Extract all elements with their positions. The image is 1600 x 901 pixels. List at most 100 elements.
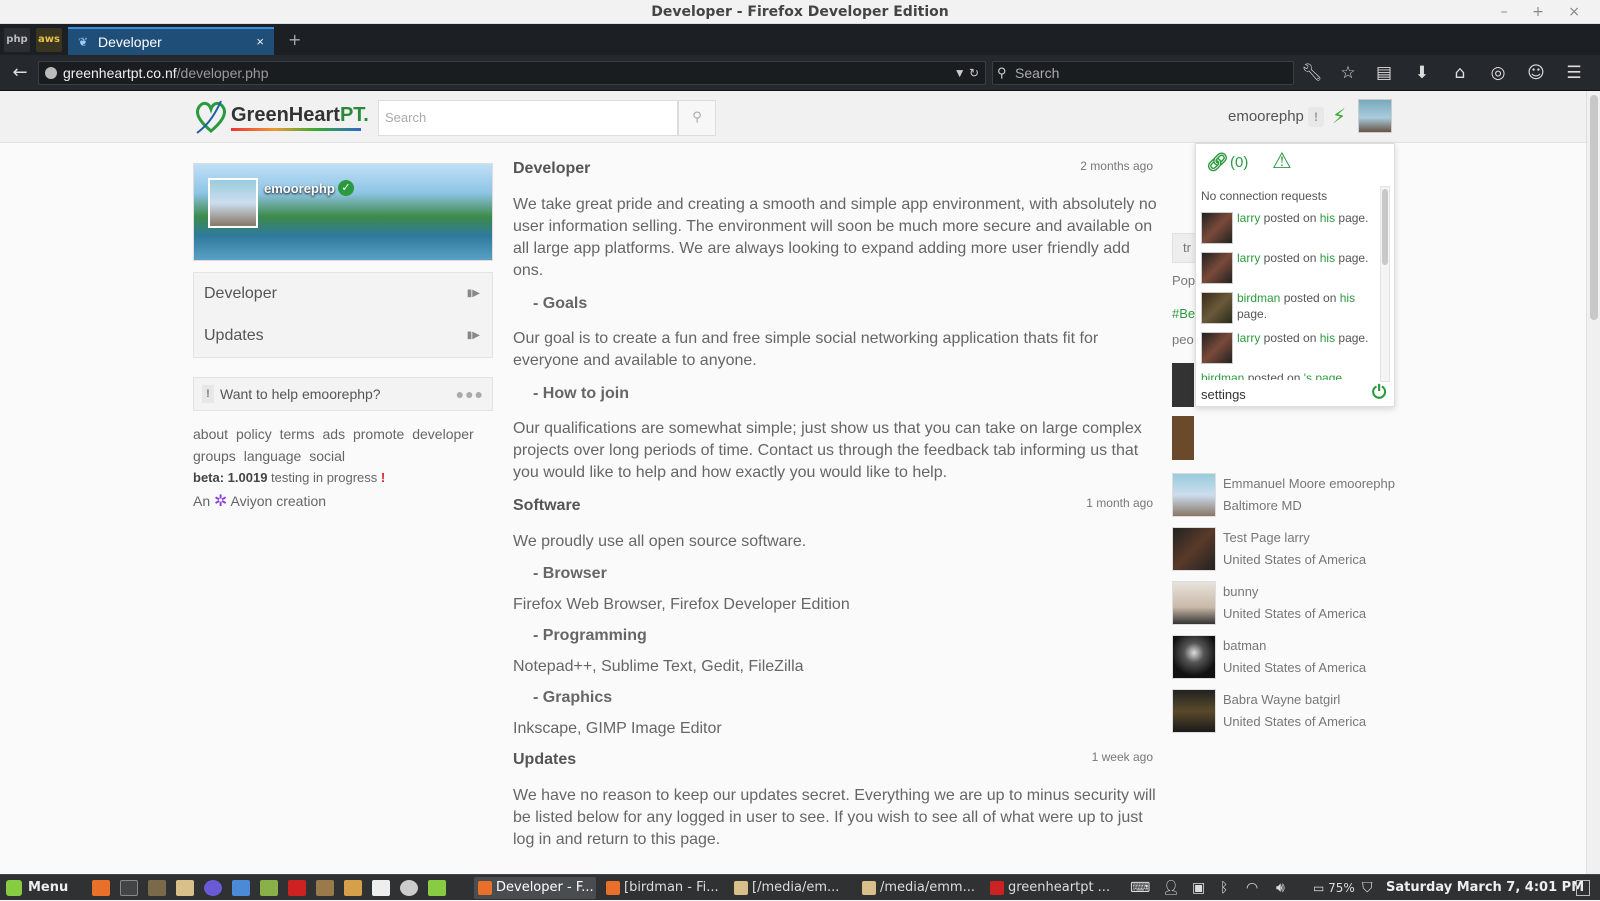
task-media-folder[interactable]: [/media/em... — [730, 877, 852, 899]
site-search-button[interactable]: ⚲ — [678, 100, 716, 136]
keyboard-icon[interactable]: ⌨ — [1130, 875, 1150, 901]
footer-link-language[interactable]: language — [244, 448, 302, 464]
profile-card[interactable]: emoorephp ✓ — [193, 163, 493, 261]
chat-icon[interactable]: ☺ — [1524, 61, 1548, 85]
wifi-icon[interactable]: ◠ — [1246, 875, 1258, 901]
notification-item[interactable]: larry posted on his page. — [1201, 210, 1376, 248]
shield-icon[interactable]: ◎ — [1486, 61, 1510, 85]
person-picture[interactable] — [1172, 363, 1194, 407]
person-name[interactable]: Test Page larry — [1223, 529, 1310, 547]
sidebar-item-updates[interactable]: Updates ▮▶ — [204, 316, 484, 356]
task-developer-firefox[interactable]: Developer - F... — [474, 877, 596, 899]
person-name[interactable]: bunny — [1223, 583, 1258, 601]
header-username[interactable]: emoorephp — [1228, 107, 1304, 127]
person-picture[interactable] — [1172, 581, 1216, 625]
notification-avatar[interactable] — [1201, 252, 1233, 284]
notification-whose[interactable]: his — [1320, 211, 1335, 225]
gimp-launcher-icon[interactable] — [316, 880, 334, 896]
sidebar-item-developer[interactable]: Developer ▮▶ — [204, 274, 484, 314]
power-icon[interactable]: ⏻ — [1372, 382, 1386, 404]
site-logo[interactable]: GreenHeartPT. — [193, 97, 369, 137]
notification-avatar[interactable] — [1201, 292, 1233, 324]
scrollbar-thumb[interactable] — [1382, 189, 1388, 265]
home-icon[interactable]: ⌂ — [1448, 61, 1472, 85]
help-text[interactable]: Want to help emoorephp? — [220, 378, 381, 410]
footer-link-terms[interactable]: terms — [280, 426, 315, 442]
notification-item[interactable]: birdman posted on 's page — [1201, 370, 1376, 380]
notification-item[interactable]: larry posted on his page. — [1201, 330, 1376, 368]
person-name[interactable]: Emmanuel Moore emoorephp — [1223, 475, 1395, 493]
scrollbar-thumb[interactable] — [1590, 95, 1598, 320]
notification-user[interactable]: larry — [1237, 331, 1260, 345]
task-filezilla[interactable]: greenheartpt ... — [986, 877, 1110, 899]
notification-whose[interactable]: his — [1320, 251, 1335, 265]
footer-link-policy[interactable]: policy — [236, 426, 272, 442]
tab-close-icon[interactable]: × — [256, 29, 264, 55]
settings-link[interactable]: settings — [1201, 386, 1246, 404]
pinned-tab-php[interactable]: php — [4, 28, 30, 52]
download-icon[interactable]: ⬇ — [1410, 61, 1434, 85]
notification-user[interactable]: birdman — [1237, 291, 1280, 305]
folder-launcher-icon[interactable] — [260, 880, 278, 896]
footer-link-about[interactable]: about — [193, 426, 228, 442]
update-shield-icon[interactable]: ⛉ — [1362, 875, 1373, 901]
connection-count[interactable]: (0) — [1230, 152, 1248, 174]
notification-item[interactable]: larry posted on his page. — [1201, 250, 1376, 288]
user-icon[interactable]: 👤︎ — [1162, 875, 1180, 901]
person-item[interactable]: Test Page larry United States of America — [1172, 527, 1402, 575]
tab-developer[interactable]: ❦ Developer × — [68, 27, 274, 55]
battery-indicator[interactable]: ▭ 75% — [1313, 875, 1355, 901]
notification-user[interactable]: larry — [1237, 251, 1260, 265]
pinned-tab-aws[interactable]: aws — [36, 28, 62, 52]
browser-search-input[interactable]: ⚲ Search — [992, 61, 1294, 85]
footer-link-groups[interactable]: groups — [193, 448, 236, 464]
sublime-launcher-icon[interactable] — [428, 880, 446, 896]
person-item[interactable]: batman United States of America — [1172, 635, 1402, 683]
reading-list-icon[interactable]: ▤ — [1372, 61, 1396, 85]
notification-user[interactable]: birdman — [1201, 371, 1244, 380]
site-search-input[interactable]: Search — [378, 100, 678, 136]
eclipse-launcher-icon[interactable] — [204, 880, 222, 896]
profile-picture[interactable] — [208, 178, 258, 228]
notes-launcher-icon[interactable] — [176, 880, 194, 896]
footer-link-ads[interactable]: ads — [323, 426, 346, 442]
terminal-launcher-icon[interactable] — [120, 880, 138, 896]
footer-link-developer[interactable]: developer — [412, 426, 474, 442]
bolt-icon[interactable]: ⚡ — [1332, 105, 1346, 127]
warning-icon[interactable]: ⚠ — [1272, 150, 1292, 174]
start-menu-button[interactable]: Menu — [6, 875, 68, 901]
person-name[interactable]: Babra Wayne batgirl — [1223, 691, 1340, 709]
credit-name[interactable]: Aviyon creation — [231, 493, 326, 509]
person-picture[interactable] — [1172, 635, 1216, 679]
dropbox-icon[interactable]: ▣ — [1192, 875, 1205, 901]
window-controls[interactable]: – + × — [1501, 0, 1590, 24]
more-options-icon[interactable]: ●●● — [456, 378, 484, 410]
person-item[interactable]: Babra Wayne batgirl United States of Ame… — [1172, 689, 1402, 737]
person-name[interactable]: batman — [1223, 637, 1266, 655]
footer-link-promote[interactable]: promote — [353, 426, 404, 442]
alert-badge[interactable]: ! — [1308, 107, 1324, 127]
help-box[interactable]: ! Want to help emoorephp? ●●● — [193, 377, 493, 411]
notification-item[interactable]: birdman posted on his page. — [1201, 290, 1376, 328]
url-dropdown-reload-icon[interactable]: ▼ ↻ — [954, 62, 979, 84]
task-media-folder-2[interactable]: /media/emm... — [858, 877, 980, 899]
footer-link-social[interactable]: social — [309, 448, 345, 464]
text-editor-launcher-icon[interactable] — [372, 880, 390, 896]
hamburger-menu-icon[interactable]: ☰ — [1562, 61, 1586, 85]
avatar[interactable] — [1358, 99, 1392, 133]
bookmark-star-icon[interactable]: ☆ — [1336, 61, 1360, 85]
files-launcher-icon[interactable] — [148, 880, 166, 896]
person-item[interactable]: bunny United States of America — [1172, 581, 1402, 629]
volume-icon[interactable]: 🔊︎ — [1276, 875, 1285, 901]
person-item[interactable]: Emmanuel Moore emoorephp Baltimore MD — [1172, 473, 1402, 521]
url-bar[interactable]: greenheartpt.co.nf/developer.php ▼ ↻ — [38, 61, 986, 85]
show-desktop-icon[interactable] — [1576, 880, 1590, 896]
person-picture[interactable] — [1172, 473, 1216, 517]
new-tab-button[interactable]: + — [288, 28, 301, 52]
person-picture[interactable] — [1172, 527, 1216, 571]
person-picture[interactable] — [1172, 416, 1194, 460]
link-icon[interactable]: 🔗︎ — [1206, 152, 1229, 174]
firefox-launcher-icon[interactable] — [92, 880, 110, 896]
notification-avatar[interactable] — [1201, 212, 1233, 244]
hashtag-link[interactable]: #Be — [1172, 305, 1195, 323]
